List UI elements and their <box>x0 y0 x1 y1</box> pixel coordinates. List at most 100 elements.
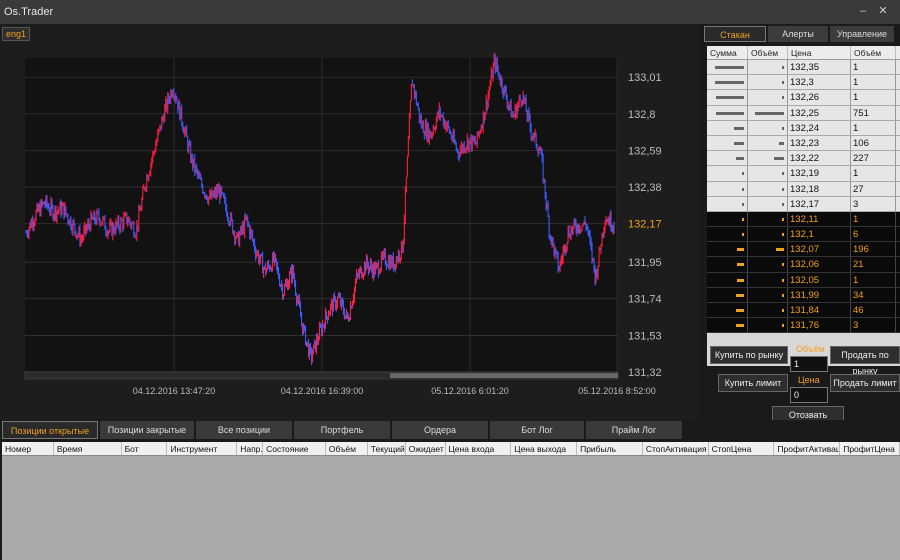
bid-row[interactable]: 132,07 196 <box>707 242 900 258</box>
volume-input[interactable]: 1 <box>790 356 828 372</box>
price-cell: 132,1 <box>788 227 851 242</box>
sum-bar <box>742 217 744 221</box>
ask-row[interactable]: 132,17 3 <box>707 196 900 212</box>
bid-row[interactable]: 131,76 3 <box>707 318 900 334</box>
price-cell: 132,11 <box>788 211 851 227</box>
tab-prime-log[interactable]: Прайм Лог <box>586 421 682 439</box>
tab-portfolio[interactable]: Портфель <box>294 421 390 439</box>
price-tick-label: 132,59 <box>628 145 662 157</box>
volume-cell <box>748 318 788 333</box>
column-header[interactable]: Текущий <box>368 442 406 455</box>
tab-order-book[interactable]: Стакан <box>704 26 766 42</box>
column-header[interactable]: ПрофитЦена <box>840 442 900 455</box>
sum-cell <box>707 166 748 181</box>
price-cell: 132,07 <box>788 242 851 257</box>
column-header[interactable]: Цена входа <box>446 442 512 455</box>
sum-bar <box>716 96 744 100</box>
column-header[interactable]: Прибыль <box>577 442 643 455</box>
column-header[interactable]: Инструмент <box>167 442 238 455</box>
column-header[interactable]: Время <box>54 442 122 455</box>
column-header[interactable]: СтопАктивация <box>643 442 709 455</box>
minimize-icon[interactable]: – <box>856 4 870 18</box>
ask-row[interactable]: 132,26 1 <box>707 90 900 106</box>
ask-row[interactable]: 132,25 751 <box>707 105 900 121</box>
buy-limit-button[interactable]: Купить лимит <box>718 374 788 392</box>
ask-row[interactable]: 132,19 1 <box>707 166 900 182</box>
sell-market-button[interactable]: Продать по рынку <box>830 346 900 376</box>
volume-cell <box>748 75 788 90</box>
price-cell: 131,84 <box>788 303 851 318</box>
chart-panel[interactable]: 133,01 132,8 132,59 132,38 132,17 131,95 131,7… <box>0 24 698 420</box>
price-input[interactable]: 0 <box>790 387 828 403</box>
positions-table[interactable]: Номер Время Бот Инструмент Напр. Состояние Объ… <box>2 442 900 560</box>
buy-market-button[interactable]: Купить по рынку <box>710 346 788 364</box>
volume-bar <box>782 263 784 267</box>
time-tick-label: 04.12.2016 16:39:00 <box>281 386 364 396</box>
price-tick-label: 131,74 <box>628 294 662 306</box>
volume-cell <box>748 287 788 302</box>
volume-bar <box>775 248 784 252</box>
sum-cell <box>707 181 748 196</box>
bid-row[interactable]: 132,11 1 <box>707 211 900 228</box>
column-header[interactable]: Напр. <box>237 442 264 455</box>
order-book-rows: 132,35 1 132,3 1 132,26 1 132,25 751 132,24 1 132,… <box>707 60 900 334</box>
tab-orders[interactable]: Ордера <box>392 421 488 439</box>
sum-cell <box>707 90 748 105</box>
tab-closed-positions[interactable]: Позиции закрытые <box>100 421 194 439</box>
sum-bar <box>742 202 744 206</box>
tab-management[interactable]: Управление <box>830 26 894 42</box>
sum-cell <box>707 287 748 302</box>
column-header[interactable]: Объём <box>326 442 368 455</box>
bid-row[interactable]: 132,05 1 <box>707 272 900 288</box>
sell-limit-button[interactable]: Продать лимит <box>830 374 900 392</box>
ask-row[interactable]: 132,18 27 <box>707 181 900 197</box>
bid-row[interactable]: 132,1 6 <box>707 227 900 243</box>
qty-cell: 1 <box>851 90 896 105</box>
qty-cell: 3 <box>851 196 896 211</box>
price-chart[interactable]: 133,01 132,8 132,59 132,38 132,17 131,95 131,7… <box>0 24 698 420</box>
sum-cell <box>707 211 748 227</box>
volume-cell <box>748 135 788 151</box>
qty-cell: 1 <box>851 75 896 90</box>
close-icon[interactable]: ✕ <box>876 4 890 18</box>
sum-bar <box>742 187 744 191</box>
tab-bot-log[interactable]: Бот Лог <box>490 421 584 439</box>
tab-all-positions[interactable]: Все позиции <box>196 421 292 439</box>
sum-bar <box>733 126 744 130</box>
column-header[interactable]: Цена выхода <box>511 442 578 455</box>
column-header[interactable]: Номер <box>2 442 54 455</box>
bid-row[interactable]: 131,99 34 <box>707 287 900 303</box>
ask-row[interactable]: 132,22 227 <box>707 151 900 167</box>
ask-row[interactable]: 132,24 1 <box>707 120 900 136</box>
volume-cell <box>748 272 788 287</box>
window-title: Os.Trader <box>4 6 54 18</box>
tab-open-positions[interactable]: Позиции открытые <box>2 421 98 439</box>
column-header[interactable]: Состояние <box>263 442 326 455</box>
ask-row[interactable]: 132,3 1 <box>707 75 900 91</box>
ask-row[interactable]: 132,23 106 <box>707 135 900 152</box>
time-axis: 04.12.2016 13:47:20 04.12.2016 16:39:00 05… <box>133 386 656 396</box>
app-window: Os.Trader – ✕ 133,01 132,8 132,59 132,38 132… <box>0 0 900 560</box>
volume-bar <box>755 111 784 115</box>
sum-cell <box>707 196 748 211</box>
qty-cell: 196 <box>851 242 896 257</box>
price-tick-label: 131,32 <box>628 367 662 379</box>
column-header[interactable]: Бот <box>122 442 168 455</box>
column-header[interactable]: СтопЦена <box>709 442 775 455</box>
order-book[interactable]: Сумма Объём Цена Объём 132,35 1 132,3 1 132,… <box>707 46 900 366</box>
tab-alerts[interactable]: Алерты <box>768 26 828 42</box>
volume-bar <box>782 172 784 176</box>
security-tab[interactable]: eng1 <box>2 27 31 41</box>
volume-bar <box>778 141 784 145</box>
volume-cell <box>748 211 788 227</box>
bid-row[interactable]: 131,84 46 <box>707 303 900 319</box>
bid-row[interactable]: 132,06 21 <box>707 257 900 273</box>
column-header[interactable]: ПрофитАктивац <box>774 442 841 455</box>
ask-row[interactable]: 132,35 1 <box>707 60 900 76</box>
scrollbar-thumb[interactable] <box>390 373 618 378</box>
volume-bar <box>782 278 784 282</box>
qty-cell: 46 <box>851 303 896 318</box>
column-header[interactable]: Ожидает <box>406 442 446 455</box>
time-tick-label: 05.12.2016 8:52:00 <box>578 386 656 396</box>
qty-cell: 21 <box>851 257 896 272</box>
